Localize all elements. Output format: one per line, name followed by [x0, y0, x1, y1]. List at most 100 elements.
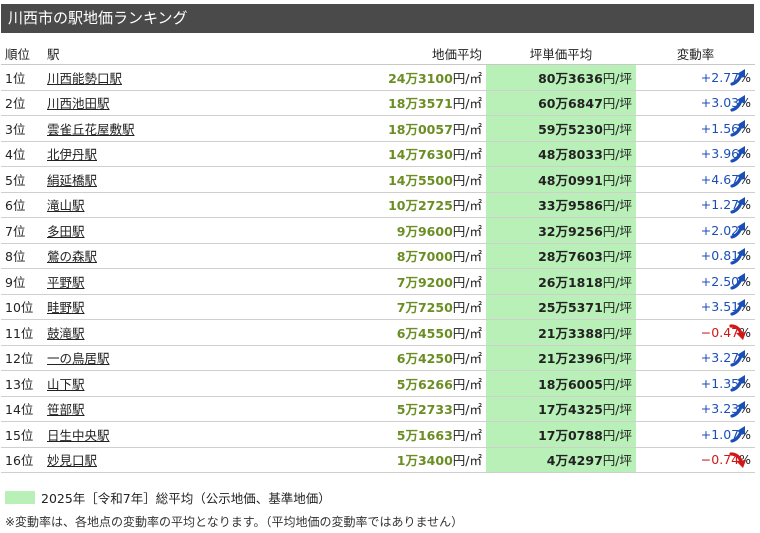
table-row: 8位 鶯の森駅 8万7000円/㎡ 28万7603円/坪 +0.81%	[1, 243, 755, 269]
land-price-unit: 円/㎡	[452, 427, 482, 443]
land-price-cell: 1万3400円/㎡	[218, 447, 486, 473]
station-link[interactable]: 滝山駅	[47, 198, 85, 213]
land-price-cell: 10万2725円/㎡	[218, 192, 486, 218]
station-link[interactable]: 鼓滝駅	[47, 326, 85, 341]
land-price-cell: 8万7000円/㎡	[218, 243, 486, 269]
land-price-unit: 円/㎡	[452, 249, 482, 265]
tsubo-price-unit: 円/坪	[602, 223, 632, 239]
header-station: 駅	[43, 42, 218, 65]
trend-up-arrow-icon	[729, 425, 749, 443]
trend-up-arrow-icon	[729, 247, 749, 265]
trend-up-arrow-icon	[729, 349, 749, 367]
land-price-cell: 14万5500円/㎡	[218, 166, 486, 193]
header-land-price: 地価平均	[218, 42, 486, 65]
table-row: 15位 日生中央駅 5万1663円/㎡ 17万0788円/坪 +1.07%	[1, 421, 755, 448]
table-row: 16位妙見口駅1万3400円/㎡4万4297円/坪−0.74%	[1, 447, 755, 473]
tsubo-price-unit: 円/坪	[602, 325, 632, 341]
change-cell: +2.50%	[636, 268, 755, 295]
station-link[interactable]: 日生中央駅	[47, 428, 110, 443]
station-cell: 笹部駅	[43, 396, 218, 422]
rank-cell: 4位	[1, 141, 43, 167]
tsubo-price-value: 28万7603	[538, 249, 603, 265]
station-link[interactable]: 山下駅	[47, 377, 85, 392]
trend-up-arrow-icon	[729, 119, 749, 137]
trend-down-arrow-icon	[729, 323, 749, 341]
trend-up-arrow-icon	[729, 374, 749, 392]
land-price-unit: 円/㎡	[452, 402, 482, 418]
tsubo-price-cell: 80万3636円/坪	[486, 64, 636, 91]
station-cell: 一の鳥居駅	[43, 345, 218, 371]
table-row: 5位 絹延橋駅 14万5500円/㎡ 48万0991円/坪 +4.67%	[1, 166, 755, 193]
station-cell: 川西能勢口駅	[43, 64, 218, 91]
table-row: 14位 笹部駅 5万2733円/㎡ 17万4325円/坪 +3.23%	[1, 396, 755, 422]
table-row: 1位 川西能勢口駅 24万3100円/㎡ 80万3636円/坪 +2.77%	[1, 64, 755, 91]
header-rank: 順位	[1, 42, 43, 65]
rank-cell: 11位	[1, 319, 43, 346]
change-cell: +3.51%	[636, 294, 755, 320]
land-price-value: 18万0057	[388, 121, 453, 137]
land-price-cell: 7万9200円/㎡	[218, 268, 486, 295]
trend-up-arrow-icon	[729, 68, 749, 86]
trend-up-arrow-icon	[729, 196, 749, 214]
tsubo-price-value: 18万6005	[538, 376, 603, 392]
station-link[interactable]: 一の鳥居駅	[47, 351, 110, 366]
land-price-value: 7万9200	[396, 274, 453, 290]
station-link[interactable]: 川西能勢口駅	[47, 71, 122, 86]
tsubo-price-cell: 4万4297円/坪	[486, 447, 636, 473]
tsubo-price-cell: 33万9586円/坪	[486, 192, 636, 218]
station-link[interactable]: 妙見口駅	[47, 453, 97, 468]
rank-cell: 2位	[1, 90, 43, 116]
tsubo-price-value: 21万2396	[538, 351, 603, 367]
header-change-rate: 変動率	[636, 42, 755, 65]
land-price-cell: 18万3571円/㎡	[218, 90, 486, 116]
tsubo-price-unit: 円/坪	[602, 453, 632, 469]
change-cell: +3.27%	[636, 345, 755, 371]
station-cell: 川西池田駅	[43, 90, 218, 116]
land-price-value: 18万3571	[388, 96, 453, 112]
tsubo-price-cell: 60万6847円/坪	[486, 90, 636, 116]
tsubo-price-cell: 48万0991円/坪	[486, 166, 636, 193]
land-price-value: 14万7630	[388, 147, 453, 163]
station-cell: 畦野駅	[43, 294, 218, 320]
rank-cell: 7位	[1, 217, 43, 244]
table-row: 2位 川西池田駅 18万3571円/㎡ 60万6847円/坪 +3.03%	[1, 90, 755, 116]
land-price-value: 24万3100	[388, 70, 453, 86]
change-cell: +3.96%	[636, 141, 755, 167]
station-link[interactable]: 川西池田駅	[47, 96, 110, 111]
station-cell: 滝山駅	[43, 192, 218, 218]
tsubo-price-unit: 円/坪	[602, 198, 632, 214]
tsubo-price-value: 21万3388	[538, 325, 603, 341]
tsubo-price-value: 33万9586	[538, 198, 603, 214]
land-price-unit: 円/㎡	[452, 198, 482, 214]
ranking-panel: 川西市の駅地価ランキング 順位 駅 地価平均 坪単価平均 変動率 1位 川西能勢口…	[0, 0, 760, 533]
land-price-unit: 円/㎡	[452, 274, 482, 290]
station-link[interactable]: 平野駅	[47, 275, 85, 290]
rank-cell: 8位	[1, 243, 43, 269]
land-price-value: 7万7250	[396, 300, 453, 316]
station-link[interactable]: 畦野駅	[47, 300, 85, 315]
land-price-unit: 円/㎡	[452, 147, 482, 163]
tsubo-price-value: 48万0991	[538, 172, 603, 188]
land-price-cell: 5万1663円/㎡	[218, 421, 486, 448]
station-link[interactable]: 北伊丹駅	[47, 147, 97, 162]
land-price-unit: 円/㎡	[452, 376, 482, 392]
change-cell: +3.23%	[636, 396, 755, 422]
trend-up-arrow-icon	[729, 170, 749, 188]
tsubo-price-unit: 円/坪	[602, 70, 632, 86]
change-cell: −0.74%	[636, 447, 755, 473]
tsubo-price-cell: 59万5230円/坪	[486, 115, 636, 142]
station-link[interactable]: 多田駅	[47, 224, 85, 239]
land-price-unit: 円/㎡	[452, 300, 482, 316]
land-price-value: 8万7000	[396, 249, 453, 265]
land-price-unit: 円/㎡	[452, 96, 482, 112]
station-link[interactable]: 鶯の森駅	[47, 249, 97, 264]
change-cell: +4.67%	[636, 166, 755, 193]
rank-cell: 15位	[1, 421, 43, 448]
tsubo-price-cell: 32万9256円/坪	[486, 217, 636, 244]
station-link[interactable]: 雲雀丘花屋敷駅	[47, 122, 135, 137]
land-price-cell: 6万4250円/㎡	[218, 345, 486, 371]
station-link[interactable]: 笹部駅	[47, 402, 85, 417]
trend-up-arrow-icon	[729, 221, 749, 239]
tsubo-price-unit: 円/坪	[602, 376, 632, 392]
station-link[interactable]: 絹延橋駅	[47, 173, 97, 188]
